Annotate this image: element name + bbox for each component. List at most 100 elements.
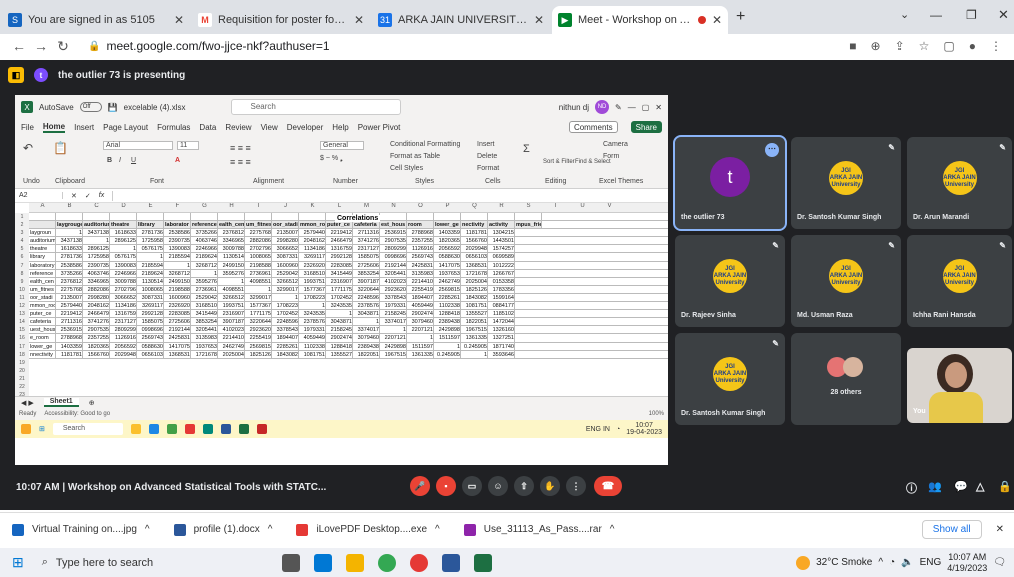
- restore-icon[interactable]: ❐: [966, 8, 977, 22]
- cell[interactable]: 2357255: [407, 237, 434, 245]
- cell[interactable]: 1: [380, 326, 407, 334]
- cell[interactable]: 0588630: [137, 342, 164, 350]
- row-header[interactable]: 23: [15, 391, 29, 396]
- file-explorer-icon[interactable]: [345, 553, 364, 572]
- chat-icon[interactable]: 💬: [954, 480, 968, 493]
- tray-wifi-icon[interactable]: ◔: [616, 426, 620, 433]
- reload-icon[interactable]: ↻: [52, 38, 74, 55]
- cell[interactable]: 1361335: [461, 334, 488, 342]
- cell[interactable]: 1472044: [488, 318, 515, 326]
- cell[interactable]: 2248596: [353, 293, 380, 302]
- cell[interactable]: [29, 213, 56, 221]
- accessibility-status[interactable]: Accessibility: Good to go: [44, 411, 110, 417]
- header-cell[interactable]: auditorium: [83, 221, 110, 229]
- cell[interactable]: 1: [164, 261, 191, 269]
- excel-icon[interactable]: [238, 424, 249, 434]
- cell[interactable]: 2048162: [83, 302, 110, 310]
- cell[interactable]: 2902474: [326, 334, 353, 342]
- share-button[interactable]: Share: [630, 121, 662, 133]
- cell[interactable]: 1288418: [326, 342, 353, 350]
- cell[interactable]: 4063746: [83, 269, 110, 277]
- cell[interactable]: laboratory: [29, 261, 56, 269]
- cell[interactable]: [110, 213, 137, 221]
- download-item[interactable]: iLovePDF Desktop....exe ^: [284, 523, 451, 536]
- app-icon[interactable]: [256, 424, 267, 434]
- cell[interactable]: 1574257: [488, 245, 515, 253]
- header-cell[interactable]: mmon_roo: [299, 221, 326, 229]
- cell[interactable]: [380, 213, 407, 221]
- cell[interactable]: 4063746: [191, 237, 218, 245]
- row-header[interactable]: 9: [15, 278, 29, 286]
- conditional-formatting-button[interactable]: Conditional Formatting: [390, 141, 460, 148]
- mic-off-button[interactable]: 🎤: [410, 476, 430, 496]
- header-cell[interactable]: mpus_frie: [515, 221, 542, 229]
- header-cell[interactable]: laygrouge: [56, 221, 83, 229]
- row-header[interactable]: 11: [15, 294, 29, 302]
- cell[interactable]: 1266767: [488, 269, 515, 277]
- cell[interactable]: 2425831: [407, 261, 434, 269]
- cell[interactable]: 1126916: [407, 245, 434, 253]
- cell[interactable]: 2907535: [83, 326, 110, 334]
- cell[interactable]: 1822051: [353, 350, 380, 358]
- cell[interactable]: 1390083: [164, 245, 191, 253]
- cell[interactable]: 3595276: [191, 277, 218, 285]
- header-cell[interactable]: cafeteria: [353, 221, 380, 229]
- cell[interactable]: 3346965: [83, 277, 110, 285]
- cell[interactable]: 3415449: [326, 269, 353, 277]
- enter-icon[interactable]: ✓: [85, 192, 91, 200]
- cell[interactable]: 1417075: [434, 261, 461, 269]
- side-panel-icon[interactable]: ▢: [943, 39, 954, 53]
- cell[interactable]: 2198588: [164, 285, 191, 293]
- cell[interactable]: 1771175: [245, 310, 272, 318]
- cell[interactable]: 2923620: [245, 326, 272, 334]
- cell[interactable]: 2326920: [299, 261, 326, 269]
- cell[interactable]: 2275768: [245, 229, 272, 237]
- self-view-tile[interactable]: You: [907, 348, 1012, 423]
- name-box[interactable]: A2: [19, 192, 63, 199]
- cell[interactable]: 1126916: [110, 334, 137, 342]
- lock-icon[interactable]: 🔒: [88, 41, 100, 52]
- align-icons[interactable]: ≡ ≡ ≡: [230, 143, 251, 153]
- cell[interactable]: 1843082: [461, 293, 488, 302]
- cell[interactable]: 3087331: [137, 293, 164, 302]
- cell[interactable]: 3735266: [191, 229, 218, 237]
- cell[interactable]: 2462749: [434, 277, 461, 285]
- cell[interactable]: library: [29, 253, 56, 261]
- cell[interactable]: 1585075: [137, 318, 164, 326]
- cell[interactable]: 3735266: [56, 269, 83, 277]
- weather-text[interactable]: 32°C Smoke: [816, 557, 872, 568]
- cell[interactable]: oor_stadi: [29, 293, 56, 302]
- app-icon[interactable]: [409, 553, 428, 572]
- camera-permission-icon[interactable]: ■: [849, 39, 856, 53]
- column-header[interactable]: L: [326, 203, 353, 212]
- cell[interactable]: 3079460: [353, 334, 380, 342]
- more-options-button[interactable]: ⋮: [566, 476, 586, 496]
- cell[interactable]: 1: [110, 245, 137, 253]
- column-header[interactable]: N: [380, 203, 407, 212]
- cell[interactable]: 3374017: [380, 318, 407, 326]
- cell[interactable]: 2214410: [407, 277, 434, 285]
- app-icon[interactable]: [130, 424, 141, 434]
- tray-chevron-icon[interactable]: ^: [878, 557, 883, 568]
- row-header[interactable]: 21: [15, 375, 29, 383]
- cell[interactable]: [191, 213, 218, 221]
- more-options-icon[interactable]: ⋯: [765, 143, 779, 157]
- cell[interactable]: 2317127: [353, 245, 380, 253]
- notifications-icon[interactable]: 🗨: [993, 557, 1006, 568]
- taskbar-clock[interactable]: 10:07 AM 4/19/2023: [947, 552, 987, 574]
- cell[interactable]: um_fitnes: [29, 285, 56, 293]
- cell[interactable]: 3266512: [218, 293, 245, 302]
- column-header[interactable]: F: [164, 203, 191, 212]
- others-tile[interactable]: 28 others: [791, 333, 901, 425]
- excel-user-avatar[interactable]: ND: [595, 100, 610, 114]
- cell[interactable]: 1825126: [461, 285, 488, 293]
- cell[interactable]: 3269117: [137, 302, 164, 310]
- cell[interactable]: 3043871: [353, 310, 380, 318]
- cell[interactable]: 1: [272, 293, 299, 302]
- cell[interactable]: 1577367: [299, 285, 326, 293]
- cell[interactable]: 1702452: [272, 310, 299, 318]
- cell[interactable]: 3907187: [218, 318, 245, 326]
- cell[interactable]: 1: [245, 285, 272, 293]
- menu-data[interactable]: Data: [199, 123, 216, 132]
- excel-restore-icon[interactable]: ▢: [642, 103, 650, 112]
